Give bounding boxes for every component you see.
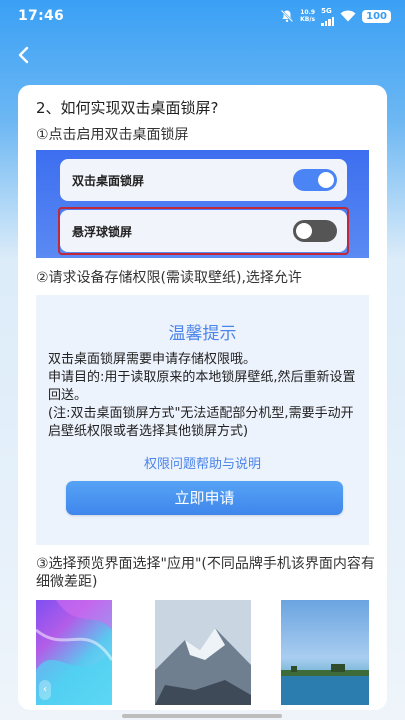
dialog-title: 温馨提示 bbox=[168, 324, 237, 344]
toggle-row-double-tap: 双击桌面锁屏 bbox=[60, 159, 347, 201]
net-speed-unit: KB/s bbox=[300, 16, 316, 23]
network-type: 5G bbox=[321, 6, 332, 15]
switch-knob bbox=[318, 172, 334, 188]
status-bar: 17:46 10.9 KB/s 5G 100 bbox=[0, 0, 405, 32]
home-indicator[interactable] bbox=[122, 714, 282, 718]
dialog-line-3: (注:双击桌面锁屏方式"无法适配部分机型,需要手动开启壁纸权限或者选择其他锁屏方… bbox=[48, 406, 354, 439]
question-title: 2、如何实现双击桌面锁屏? bbox=[36, 99, 219, 117]
wifi-icon bbox=[340, 10, 356, 22]
nav-bar bbox=[0, 40, 405, 70]
lake-image bbox=[281, 664, 369, 705]
double-tap-lock-switch[interactable] bbox=[293, 169, 337, 191]
back-arrow-icon[interactable] bbox=[14, 44, 36, 66]
wallpaper-preview-3 bbox=[281, 600, 369, 705]
net-speed-value: 10.9 bbox=[300, 9, 316, 16]
content-card: 2、如何实现双击桌面锁屏? ①点击启用双击桌面锁屏 双击桌面锁屏 悬浮球锁屏 ②… bbox=[18, 85, 387, 710]
battery-indicator: 100 bbox=[362, 9, 391, 23]
dialog-body: 双击桌面锁屏需要申请存储权限哦。 申请目的:用于读取原来的本地锁屏壁纸,然后重新… bbox=[48, 351, 361, 441]
toggle-label-double-tap: 双击桌面锁屏 bbox=[72, 173, 145, 188]
step-2-text: ②请求设备存储权限(需读取壁纸),选择允许 bbox=[36, 270, 302, 286]
help-link[interactable]: 权限问题帮助与说明 bbox=[36, 453, 369, 472]
step-3-text: ③选择预览界面选择"应用"(不同品牌手机该界面内容有细微差距) bbox=[36, 556, 375, 590]
wallpaper-preview-1: ‹ bbox=[36, 600, 112, 705]
toggle-illustration: 双击桌面锁屏 悬浮球锁屏 bbox=[36, 150, 369, 258]
status-icons: 10.9 KB/s 5G 100 bbox=[280, 7, 391, 26]
float-ball-lock-switch[interactable] bbox=[293, 220, 337, 242]
toggle-label-float-ball: 悬浮球锁屏 bbox=[72, 224, 133, 239]
switch-knob bbox=[296, 223, 312, 239]
cellular-group: 5G bbox=[321, 6, 335, 26]
step-1-text: ①点击启用双击桌面锁屏 bbox=[36, 127, 189, 143]
bell-off-icon bbox=[280, 9, 294, 23]
dialog-line-2: 申请目的:用于读取原来的本地锁屏壁纸,然后重新设置回送。 bbox=[48, 370, 356, 403]
chevron-left-icon[interactable]: ‹ bbox=[39, 680, 51, 700]
toggle-row-float-ball: 悬浮球锁屏 bbox=[60, 210, 347, 252]
status-time: 17:46 bbox=[18, 8, 65, 24]
wallpaper-preview-2 bbox=[155, 600, 251, 705]
signal-icon bbox=[321, 15, 335, 26]
permission-dialog-illustration: 温馨提示 双击桌面锁屏需要申请存储权限哦。 申请目的:用于读取原来的本地锁屏壁纸… bbox=[36, 295, 369, 545]
mountain-image bbox=[155, 600, 251, 705]
net-speed: 10.9 KB/s bbox=[300, 9, 315, 23]
dialog-line-1: 双击桌面锁屏需要申请存储权限哦。 bbox=[48, 352, 257, 367]
apply-now-button[interactable]: 立即申请 bbox=[66, 481, 343, 515]
